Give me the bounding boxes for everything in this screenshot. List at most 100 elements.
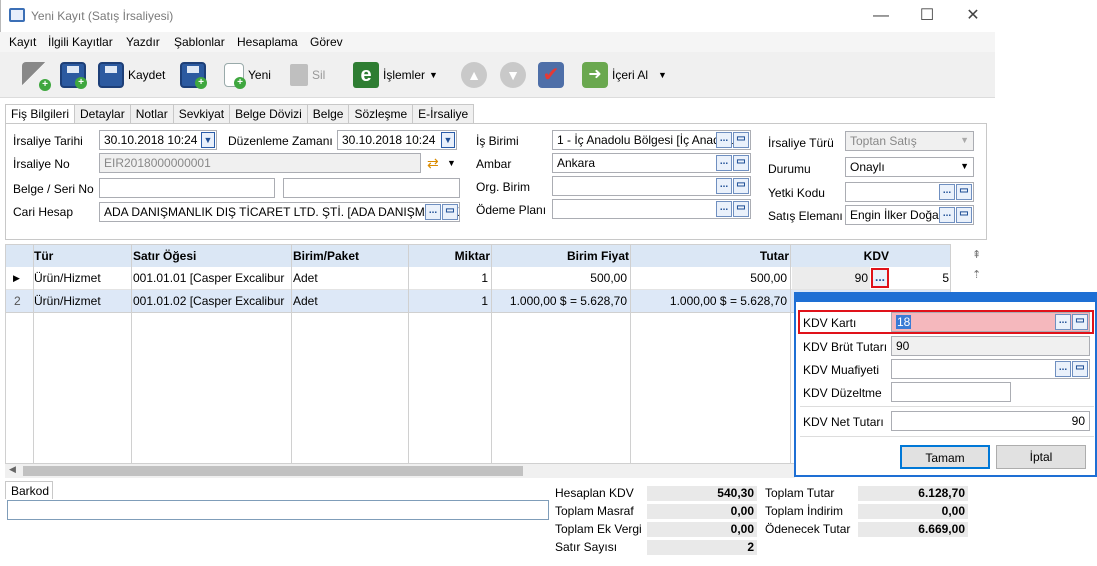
card-icon[interactable]: ▭ xyxy=(956,207,972,223)
cell-extra[interactable]: 5 xyxy=(896,267,951,289)
browse-icon[interactable]: ... xyxy=(939,207,955,223)
delete-button[interactable]: Sil xyxy=(290,58,325,92)
menu-gorev[interactable]: Görev xyxy=(310,35,343,49)
irsaliye-tarihi-field[interactable]: 30.10.2018 10:24 ▼ xyxy=(99,130,217,150)
org-birim-field[interactable]: ... ▭ xyxy=(552,176,751,196)
durumu-select[interactable]: Onaylı ▼ xyxy=(845,157,974,177)
tab-e-irsaliye[interactable]: E-İrsaliye xyxy=(412,104,475,124)
browse-icon[interactable]: ... xyxy=(425,204,441,220)
header-kdv[interactable]: KDV xyxy=(792,245,889,267)
belge-no-field[interactable] xyxy=(99,178,275,198)
cell-tur[interactable]: Ürün/Hizmet xyxy=(34,290,101,312)
cell-tutar[interactable]: 1.000,00 $ = 5.628,70 xyxy=(632,290,787,312)
browse-icon[interactable]: ... xyxy=(716,132,732,148)
menu-kayit[interactable]: Kayıt xyxy=(9,35,36,49)
browse-icon[interactable]: ... xyxy=(1055,361,1071,377)
cancel-button[interactable]: İptal xyxy=(996,445,1086,469)
kdv-muafiyeti-field[interactable]: ... ▭ xyxy=(891,359,1090,379)
save-copy-button[interactable]: + xyxy=(180,58,207,92)
seri-no-field[interactable] xyxy=(283,178,460,198)
cell-miktar[interactable]: 1 xyxy=(409,290,488,312)
kdv-net-field[interactable]: 90 xyxy=(891,411,1090,431)
barkod-input[interactable] xyxy=(7,500,549,520)
card-icon[interactable]: ▭ xyxy=(1072,314,1088,330)
cell-tur[interactable]: Ürün/Hizmet xyxy=(34,267,101,289)
card-icon[interactable]: ▭ xyxy=(442,204,458,220)
operations-button[interactable]: e İşlemler ▼ xyxy=(353,58,438,92)
card-icon[interactable]: ▭ xyxy=(956,184,972,200)
satis-elemani-field[interactable]: Engin İlker Doğan ... ▭ xyxy=(845,205,974,225)
new-button[interactable]: + Yeni xyxy=(224,58,271,92)
odeme-plani-field[interactable]: ... ▭ xyxy=(552,199,751,219)
minimize-button[interactable]: — xyxy=(858,4,904,28)
save-new-button[interactable]: + xyxy=(60,58,87,92)
move-up-button[interactable]: ▲ xyxy=(461,58,487,92)
menu-yazdir[interactable]: Yazdır xyxy=(126,35,160,49)
cell-satir-ogesi[interactable]: 001.01.02 [Casper Excalibur G770] xyxy=(133,290,285,312)
close-button[interactable]: ✕ xyxy=(950,4,996,28)
ambar-field[interactable]: Ankara ... ▭ xyxy=(552,153,751,173)
table-row[interactable]: ▶ Ürün/Hizmet 001.01.01 [Casper Excalibu… xyxy=(6,267,950,290)
chevron-down-icon[interactable]: ▼ xyxy=(447,158,456,168)
kdv-duzeltme-field[interactable] xyxy=(891,382,1011,402)
kdv-karti-field[interactable]: 18 ... ▭ xyxy=(891,312,1090,332)
scroll-left-icon[interactable]: ◀ xyxy=(9,464,16,475)
cell-kdv[interactable]: 90 xyxy=(792,267,870,289)
kdv-browse-icon[interactable]: ... xyxy=(871,268,889,288)
new-record-button[interactable]: + xyxy=(22,58,51,92)
ok-button[interactable]: Tamam xyxy=(900,445,990,469)
cell-birim-fiyat[interactable]: 1.000,00 $ = 5.628,70 xyxy=(492,290,627,312)
chevron-down-icon[interactable]: ▼ xyxy=(441,132,455,148)
irsaliye-no-field[interactable]: EIR2018000000001 xyxy=(99,153,421,173)
tab-belge-dovizi[interactable]: Belge Dövizi xyxy=(229,104,308,124)
header-tutar[interactable]: Tutar xyxy=(632,245,789,267)
refresh-icon[interactable]: ⇄ xyxy=(427,155,439,172)
horizontal-scrollbar[interactable]: ◀ xyxy=(5,464,795,478)
browse-icon[interactable]: ... xyxy=(716,155,732,171)
header-satir-ogesi[interactable]: Satır Öğesi xyxy=(133,245,197,267)
cari-hesap-field[interactable]: ADA DANIŞMANLIK DIŞ TİCARET LTD. ŞTİ. [A… xyxy=(99,202,460,222)
header-birim-fiyat[interactable]: Birim Fiyat xyxy=(492,245,629,267)
tab-fis-bilgileri[interactable]: Fiş Bilgileri xyxy=(5,104,76,125)
duzenleme-zamani-field[interactable]: 30.10.2018 10:24 ▼ xyxy=(337,130,457,150)
header-tur[interactable]: Tür xyxy=(34,245,54,267)
card-icon[interactable]: ▭ xyxy=(733,132,749,148)
card-icon[interactable]: ▭ xyxy=(733,201,749,217)
chevron-down-icon[interactable]: ▼ xyxy=(201,132,215,148)
irsaliye-turu-select[interactable]: Toptan Satış ▼ xyxy=(845,131,974,151)
approve-button[interactable]: ✔ xyxy=(538,58,564,92)
yetki-kodu-field[interactable]: ... ▭ xyxy=(845,182,974,202)
cell-satir-ogesi[interactable]: 001.01.01 [Casper Excalibur G650] xyxy=(133,267,285,289)
card-icon[interactable]: ▭ xyxy=(1072,361,1088,377)
save-button[interactable]: Kaydet xyxy=(98,58,165,92)
tab-belge[interactable]: Belge xyxy=(306,104,350,124)
header-birim-paket[interactable]: Birim/Paket xyxy=(293,245,360,267)
card-icon[interactable]: ▭ xyxy=(733,178,749,194)
cell-tutar[interactable]: 500,00 xyxy=(632,267,787,289)
header-miktar[interactable]: Miktar xyxy=(409,245,490,267)
menu-sablonlar[interactable]: Şablonlar xyxy=(174,35,225,49)
maximize-button[interactable]: ☐ xyxy=(904,4,950,28)
browse-icon[interactable]: ... xyxy=(716,178,732,194)
import-button[interactable]: ➜ İçeri Al ▼ xyxy=(582,58,667,92)
move-up-icon[interactable]: ⇡ xyxy=(972,268,981,281)
cell-birim[interactable]: Adet xyxy=(293,290,318,312)
is-birimi-field[interactable]: 1 - İç Anadolu Bölgesi [İç Anadolu] ... … xyxy=(552,130,751,150)
tab-barkod[interactable]: Barkod xyxy=(5,481,53,499)
tab-detaylar[interactable]: Detaylar xyxy=(74,104,131,124)
move-down-button[interactable]: ▼ xyxy=(500,58,526,92)
scroll-thumb[interactable] xyxy=(23,466,523,476)
menu-ilgili-kayitlar[interactable]: İlgili Kayıtlar xyxy=(48,35,113,49)
cell-miktar[interactable]: 1 xyxy=(409,267,488,289)
tab-notlar[interactable]: Notlar xyxy=(129,104,174,124)
browse-icon[interactable]: ... xyxy=(939,184,955,200)
browse-icon[interactable]: ... xyxy=(1055,314,1071,330)
card-icon[interactable]: ▭ xyxy=(733,155,749,171)
cell-birim[interactable]: Adet xyxy=(293,267,318,289)
cell-birim-fiyat[interactable]: 500,00 xyxy=(492,267,627,289)
tab-sozlesme[interactable]: Sözleşme xyxy=(348,104,414,124)
tab-sevkiyat[interactable]: Sevkiyat xyxy=(172,104,231,124)
menu-hesaplama[interactable]: Hesaplama xyxy=(237,35,298,49)
browse-icon[interactable]: ... xyxy=(716,201,732,217)
move-top-icon[interactable]: ⇞ xyxy=(972,248,981,261)
